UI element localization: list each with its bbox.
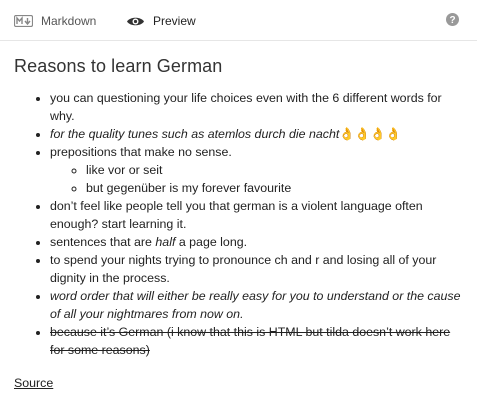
list-item-text-strikethrough: because it’s German (i know that this is… — [50, 325, 451, 357]
list-item: prepositions that make no sense. like vo… — [50, 143, 464, 197]
ok-hand-emoji: 👌👌👌👌 — [339, 127, 401, 141]
reasons-list: you can questioning your life choices ev… — [14, 89, 464, 359]
sub-list-item: but gegenüber is my forever favourite — [86, 179, 464, 197]
sub-list-item-text: but gegenüber is my forever favourite — [86, 181, 292, 195]
list-item-text: you can questioning your life choices ev… — [50, 91, 442, 123]
eye-icon — [127, 17, 144, 25]
list-item-text: to spend your nights trying to pronounce… — [50, 253, 437, 285]
tab-markdown[interactable]: Markdown — [14, 11, 96, 31]
tab-preview-label: Preview — [153, 14, 196, 28]
list-item-text: sentences that are — [50, 235, 152, 249]
markdown-icon — [14, 15, 33, 27]
svg-text:?: ? — [449, 15, 455, 26]
editor-toolbar: Markdown Preview ? — [0, 0, 477, 41]
list-item-text-tail: a page long. — [175, 235, 248, 249]
list-item: you can questioning your life choices ev… — [50, 89, 464, 125]
list-item: word order that will either be really ea… — [50, 287, 464, 323]
emphasis-half: half — [155, 235, 176, 249]
sub-list-item: like vor or seit — [86, 161, 464, 179]
list-item-text: prepositions that make no sense. — [50, 145, 232, 159]
tab-preview[interactable]: Preview — [126, 11, 196, 31]
page-title: Reasons to learn German — [14, 56, 223, 76]
help-icon[interactable]: ? — [446, 13, 459, 26]
tab-markdown-label: Markdown — [41, 14, 97, 28]
sub-list-item-text: like vor or seit — [86, 163, 163, 177]
prepositions-sublist: like vor or seit but gegenüber is my for… — [50, 161, 464, 197]
list-item-text: for the quality tunes such as atemlos du… — [50, 127, 340, 141]
list-item: because it’s German (i know that this is… — [50, 323, 464, 359]
list-item: to spend your nights trying to pronounce… — [50, 251, 464, 287]
list-item: don’t feel like people tell you that ger… — [50, 197, 464, 233]
list-item: sentences that are half a page long. — [50, 233, 464, 251]
list-item-text: don’t feel like people tell you that ger… — [50, 199, 423, 231]
source-link[interactable]: Source — [14, 376, 53, 390]
list-item: for the quality tunes such as atemlos du… — [50, 125, 464, 143]
preview-content: Reasons to learn German you can question… — [14, 56, 464, 392]
list-item-text: word order that will either be really ea… — [50, 289, 461, 321]
